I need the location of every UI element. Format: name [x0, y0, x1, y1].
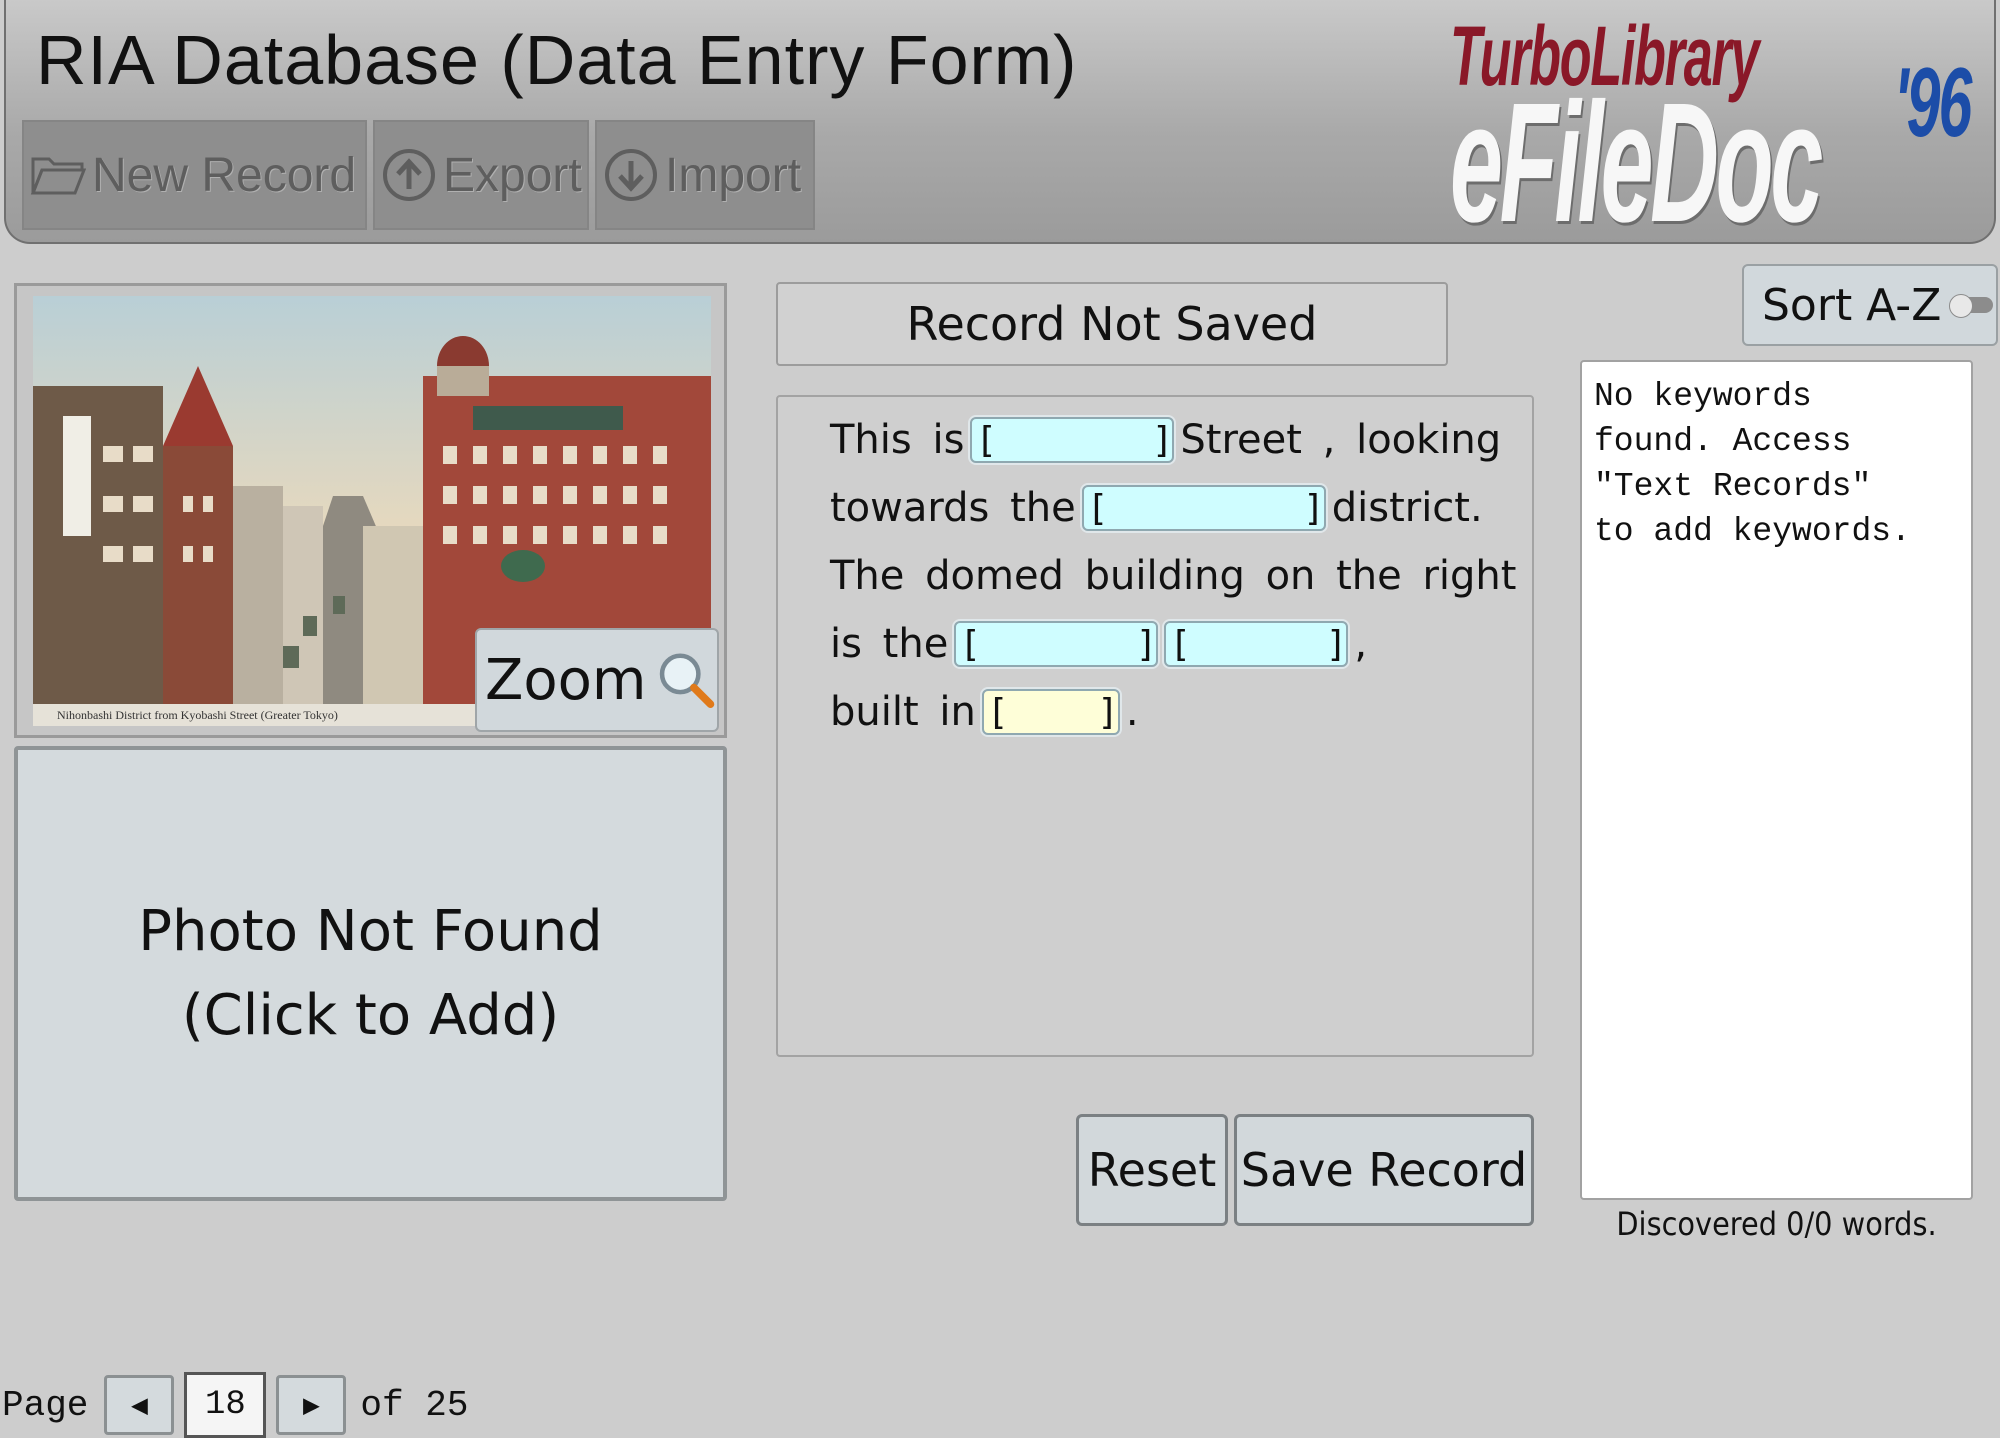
form-text: district.: [1331, 485, 1483, 531]
brand-line2: eFileDoc: [1450, 68, 1823, 258]
field-bracket: ]: [1328, 623, 1343, 665]
add-photo-placeholder[interactable]: Photo Not Found (Click to Add): [14, 746, 727, 1201]
toolbar: New Record Export Import: [22, 120, 815, 230]
field-bracket: [: [980, 419, 995, 461]
field-bracket: ]: [1305, 487, 1320, 529]
page-label: Page: [2, 1384, 89, 1426]
page-number-input[interactable]: 18: [184, 1372, 267, 1438]
form-line-1: This is [ ] Street , looking: [830, 417, 1501, 463]
toggle-switch-icon: [1949, 294, 1994, 318]
form-text: built in: [830, 689, 976, 735]
form-line-3: The domed building on the right: [830, 553, 1516, 599]
field-bracket: ]: [1099, 691, 1114, 733]
building-name-field[interactable]: [ ]: [954, 621, 1159, 667]
form-line-4: is the [ ] [ ] ,: [830, 621, 1367, 667]
zoom-button[interactable]: Zoom: [475, 628, 719, 732]
magnifier-icon: [660, 653, 715, 709]
field-bracket: [: [1174, 623, 1189, 665]
import-button[interactable]: Import: [595, 120, 815, 230]
brand-logo: TurboLibrary eFileDoc '96: [1446, 8, 1996, 248]
field-bracket: [: [991, 691, 1006, 733]
field-bracket: ]: [1154, 419, 1169, 461]
add-photo-line1: Photo Not Found: [138, 898, 603, 964]
triangle-left-icon: ◀: [130, 1391, 148, 1423]
zoom-label: Zoom: [485, 647, 647, 713]
sort-label: Sort A-Z: [1762, 279, 1942, 331]
form-text: towards the: [830, 485, 1076, 531]
building-type-field[interactable]: [ ]: [1164, 621, 1349, 667]
form-text: Street , looking: [1180, 417, 1502, 463]
district-field[interactable]: [ ]: [1081, 485, 1326, 531]
new-record-label: New Record: [92, 148, 357, 202]
keywords-list[interactable]: No keywords found. Access "Text Records"…: [1580, 360, 1973, 1200]
form-text: .: [1125, 689, 1139, 735]
status-banner: Record Not Saved: [776, 282, 1448, 366]
app-title: RIA Database (Data Entry Form): [36, 21, 1078, 99]
triangle-right-icon: ▶: [302, 1391, 320, 1423]
sort-az-toggle[interactable]: Sort A-Z: [1742, 264, 1998, 346]
form-line-2: towards the [ ] district.: [830, 485, 1483, 531]
new-record-button[interactable]: New Record: [22, 120, 367, 230]
field-bracket: [: [1091, 487, 1106, 529]
add-photo-line2: (Click to Add): [181, 982, 560, 1048]
pager: Page ◀ 18 ▶ of 25: [2, 1372, 468, 1438]
field-bracket: ]: [1138, 623, 1153, 665]
keywords-count: Discovered 0/0 words.: [1616, 1205, 1937, 1243]
previous-page-button[interactable]: ◀: [104, 1375, 175, 1435]
export-button[interactable]: Export: [373, 120, 589, 230]
year-built-field[interactable]: [ ]: [981, 689, 1120, 735]
field-bracket: [: [964, 623, 979, 665]
data-entry-form: This is [ ] Street , looking towards the…: [776, 395, 1534, 1057]
folder-icon: [30, 157, 86, 195]
save-record-button[interactable]: Save Record: [1234, 1114, 1534, 1226]
street-name-field[interactable]: [ ]: [970, 417, 1175, 463]
reset-button[interactable]: Reset: [1076, 1114, 1228, 1226]
next-page-button[interactable]: ▶: [276, 1375, 347, 1435]
page-total: of 25: [360, 1384, 469, 1426]
form-text: is the: [830, 621, 949, 667]
import-label: Import: [665, 148, 802, 202]
arrow-down-circle-icon: [605, 149, 657, 201]
form-line-5: built in [ ] .: [830, 689, 1139, 735]
export-label: Export: [443, 148, 582, 202]
brand-year: '96: [1894, 47, 1972, 157]
app-header: RIA Database (Data Entry Form) New Recor…: [4, 0, 1996, 248]
form-text: ,: [1354, 621, 1368, 667]
form-text: This is: [830, 417, 965, 463]
form-text: The domed building on the right: [830, 553, 1517, 599]
arrow-up-circle-icon: [383, 149, 435, 201]
